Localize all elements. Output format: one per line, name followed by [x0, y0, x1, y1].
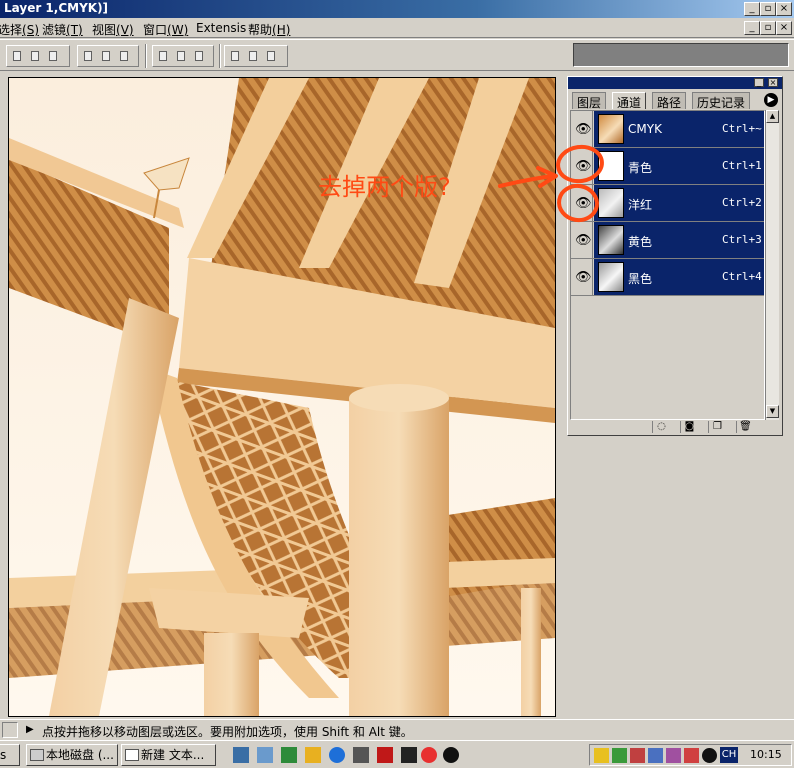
camera-icon[interactable] — [353, 747, 369, 763]
tray-app4-icon[interactable] — [684, 748, 699, 763]
status-frame — [2, 722, 18, 738]
pencil-icon[interactable] — [305, 747, 321, 763]
annotation-circle-magenta — [557, 183, 599, 223]
app-red-icon[interactable] — [377, 747, 393, 763]
taskbar-button-new-text[interactable]: 新建 文本... — [121, 744, 216, 766]
tray-pencil-icon[interactable] — [594, 748, 609, 763]
system-tray: CH 10:15 — [589, 744, 792, 766]
ie-browser-icon[interactable] — [329, 747, 345, 763]
input-language-indicator[interactable]: CH — [720, 747, 738, 763]
tray-app3-icon[interactable] — [666, 748, 681, 763]
drive-icon — [30, 749, 44, 761]
status-text: 点按并拖移以移动图层或选区。要用附加选项，使用 Shift 和 Alt 键。 — [42, 725, 413, 739]
qq-icon[interactable] — [443, 747, 459, 763]
annotation-marks — [498, 144, 604, 223]
tray-app-icon[interactable] — [612, 748, 627, 763]
taskbar: s 本地磁盘 (... 新建 文本... CH 10:15 — [0, 740, 794, 768]
tray-qq-icon[interactable] — [702, 748, 717, 763]
tray-app2-icon[interactable] — [630, 748, 645, 763]
balloon-icon[interactable] — [421, 747, 437, 763]
notepad-icon — [125, 749, 139, 761]
status-bar: ▶ 点按并拖移以移动图层或选区。要用附加选项，使用 Shift 和 Alt 键。 — [0, 719, 794, 739]
status-arrow-icon[interactable]: ▶ — [26, 724, 34, 735]
annotation-circle-cyan — [556, 144, 604, 184]
taskbar-button-partial[interactable]: s — [0, 744, 20, 766]
tray-network-icon[interactable] — [648, 748, 663, 763]
computer-icon[interactable] — [257, 747, 273, 763]
taskbar-button-local-disk[interactable]: 本地磁盘 (... — [26, 744, 118, 766]
desktop-icon[interactable] — [233, 747, 249, 763]
image-app-icon[interactable] — [281, 747, 297, 763]
clock[interactable]: 10:15 — [750, 748, 782, 761]
media-icon[interactable] — [401, 747, 417, 763]
